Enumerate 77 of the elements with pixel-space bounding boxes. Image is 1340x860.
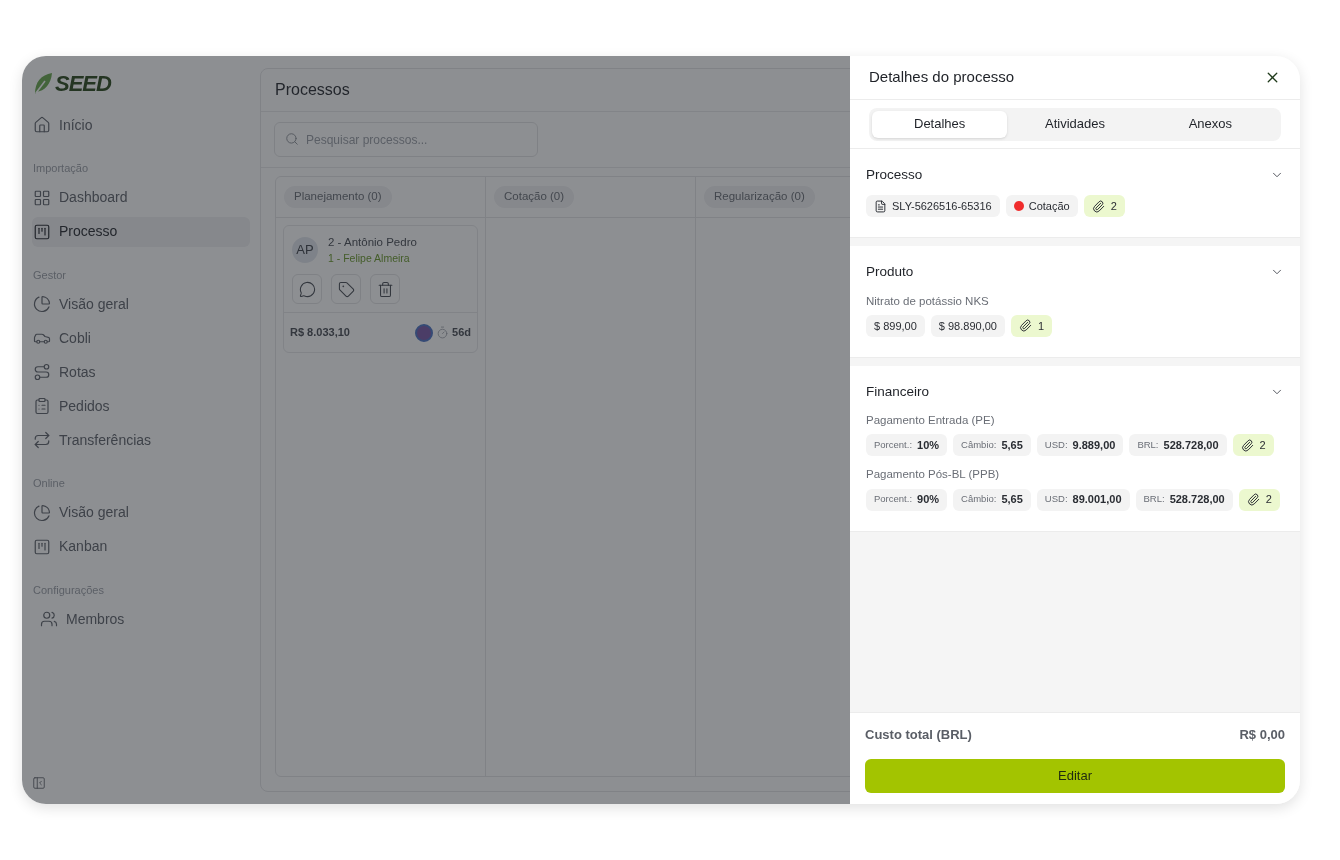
value-chip: BRL: 528.728,00	[1135, 488, 1233, 511]
group-label: Nitrato de potássio NKS	[866, 293, 990, 309]
value-chip: Porcent.: 90%	[866, 488, 948, 511]
timer-icon	[436, 326, 450, 339]
sidebar-item[interactable]: Membros	[32, 604, 250, 634]
process-card[interactable]: AP 2 - Antônio Pedro 1 - Felipe Almeira R$ 8.033,10 56d	[283, 225, 478, 353]
group-label: Pagamento Entrada (PE)	[866, 413, 996, 428]
sidebar-item[interactable]: Transferências	[32, 425, 250, 455]
users-icon	[40, 610, 58, 628]
page-title: Processos	[275, 80, 350, 100]
column-label: Planejamento (0)	[284, 186, 392, 208]
value-chip: USD: 9.889,00	[1036, 434, 1124, 457]
group-label: Pagamento Pós-BL (PPB)	[866, 467, 1001, 483]
value-chip: USD: 89.001,00	[1036, 488, 1130, 511]
sidebar-item[interactable]: Visão geral	[32, 289, 250, 319]
value-chip: $ 98.890,00	[930, 314, 1005, 337]
value-chip: Porcent.: 10%	[866, 434, 948, 457]
arrows-icon	[33, 431, 51, 449]
sidebar-item[interactable]: Processo	[32, 216, 250, 247]
tab[interactable]: Atividades	[1007, 110, 1143, 138]
trash-icon	[376, 280, 394, 298]
column-label: Cotação (0)	[494, 186, 575, 208]
value-chip: $ 899,00	[866, 314, 925, 337]
section-title: Processo	[866, 166, 923, 184]
paperclip-icon	[1091, 199, 1105, 213]
paperclip-icon	[1246, 493, 1260, 506]
sidebar-item[interactable]: Kanban	[32, 531, 250, 562]
value-chip: Câmbio: 5,65	[953, 434, 1031, 457]
sidebar-item[interactable]: Dashboard	[32, 182, 250, 213]
card-days: 56d	[452, 324, 471, 341]
card-subtitle: 1 - Felipe Almeira	[328, 251, 411, 266]
trash-button[interactable]	[370, 274, 400, 304]
sidebar-item[interactable]: Cobli	[32, 323, 250, 353]
attachment-chip[interactable]: 2	[1083, 195, 1125, 218]
sidebar-item[interactable]: Visão geral	[32, 497, 250, 528]
card-amount: R$ 8.033,10	[290, 325, 350, 341]
status-chip: Cotação	[1005, 195, 1078, 218]
section-title: Produto	[866, 263, 914, 282]
tab[interactable]: Anexos	[1142, 110, 1278, 138]
section-title: Financeiro	[866, 382, 930, 401]
process-code-chip: SLY-5626516-65316	[866, 195, 1000, 218]
value-chip: BRL: 528.728,00	[1129, 434, 1227, 457]
edit-button[interactable]: Editar	[865, 759, 1285, 793]
search-icon	[285, 132, 299, 146]
avatar	[415, 323, 434, 342]
collapse-sidebar-icon[interactable]	[32, 776, 46, 790]
clipboard-icon	[33, 397, 51, 415]
total-value: R$ 0,00	[1239, 725, 1285, 744]
sidebar-item[interactable]: Pedidos	[32, 391, 250, 421]
kanban-icon	[33, 222, 51, 241]
grid-icon	[33, 188, 51, 207]
value-chip: Câmbio: 5,65	[953, 488, 1031, 511]
home-icon	[33, 116, 51, 134]
route-icon	[33, 363, 51, 381]
tag-button[interactable]	[331, 274, 361, 304]
total-label: Custo total (BRL)	[865, 725, 972, 744]
tab[interactable]: Detalhes	[872, 110, 1008, 138]
kanban-icon	[33, 537, 51, 556]
avatar: AP	[292, 237, 318, 263]
drawer-title: Detalhes do processo	[869, 67, 1015, 88]
pie-chart-icon	[33, 503, 51, 522]
document-icon	[874, 199, 887, 213]
column-label: Regularização (0)	[704, 186, 815, 208]
comment-button[interactable]	[292, 274, 322, 304]
sidebar-item[interactable]: Rotas	[32, 357, 250, 387]
logo-text: SEED	[55, 73, 111, 95]
comment-icon	[298, 280, 316, 298]
sidebar-item[interactable]: Início	[32, 110, 250, 140]
attachment-chip[interactable]: 1	[1010, 314, 1053, 337]
tag-icon	[337, 280, 355, 298]
attachment-chip[interactable]: 2	[1232, 434, 1274, 457]
card-title: 2 - Antônio Pedro	[328, 235, 417, 250]
leaf-icon	[33, 72, 53, 96]
attachment-chip[interactable]: 2	[1238, 488, 1280, 511]
paperclip-icon	[1240, 438, 1254, 452]
paperclip-icon	[1018, 319, 1032, 333]
pie-chart-icon	[33, 295, 51, 313]
